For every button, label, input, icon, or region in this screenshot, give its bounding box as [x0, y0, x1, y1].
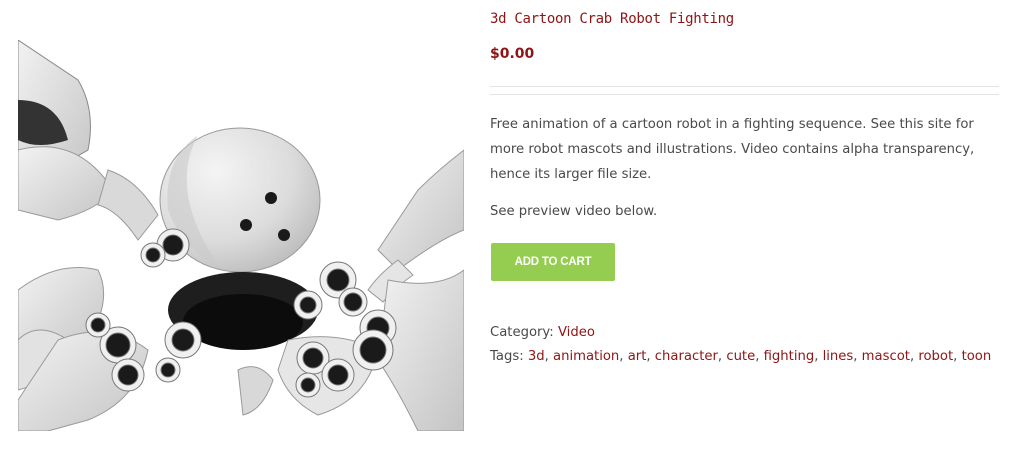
tag-link[interactable]: animation	[553, 349, 619, 364]
divider	[490, 94, 999, 95]
product-image[interactable]	[18, 40, 464, 431]
tag-link[interactable]: art	[628, 349, 647, 364]
product-title: 3d Cartoon Crab Robot Fighting	[490, 11, 734, 27]
tags-line: Tags: 3d, animation, art, character, cut…	[490, 349, 992, 364]
product-price: $0.00	[490, 46, 535, 62]
preview-note: See preview video below.	[490, 204, 658, 219]
tag-link[interactable]: toon	[962, 349, 992, 364]
tag-link[interactable]: 3d	[528, 349, 545, 364]
product-description: Free animation of a cartoon robot in a f…	[490, 117, 975, 182]
category-link[interactable]: Video	[558, 325, 595, 340]
add-to-cart-button[interactable]: ADD TO CART	[491, 243, 615, 281]
tag-link[interactable]: robot	[918, 349, 953, 364]
tags-label: Tags:	[490, 349, 524, 364]
tag-link[interactable]: mascot	[862, 349, 910, 364]
tag-link[interactable]: character	[655, 349, 718, 364]
tag-link[interactable]: lines	[823, 349, 854, 364]
divider	[490, 86, 999, 87]
crab-robot-illustration	[18, 40, 464, 431]
tag-link[interactable]: cute	[726, 349, 755, 364]
product-page: 3d Cartoon Crab Robot Fighting $0.00 Fre…	[0, 0, 1024, 460]
category-label: Category:	[490, 325, 554, 340]
tag-link[interactable]: fighting	[764, 349, 815, 364]
product-meta: Category: Video Tags: 3d, animation, art…	[490, 321, 991, 369]
category-line: Category: Video	[490, 321, 991, 345]
